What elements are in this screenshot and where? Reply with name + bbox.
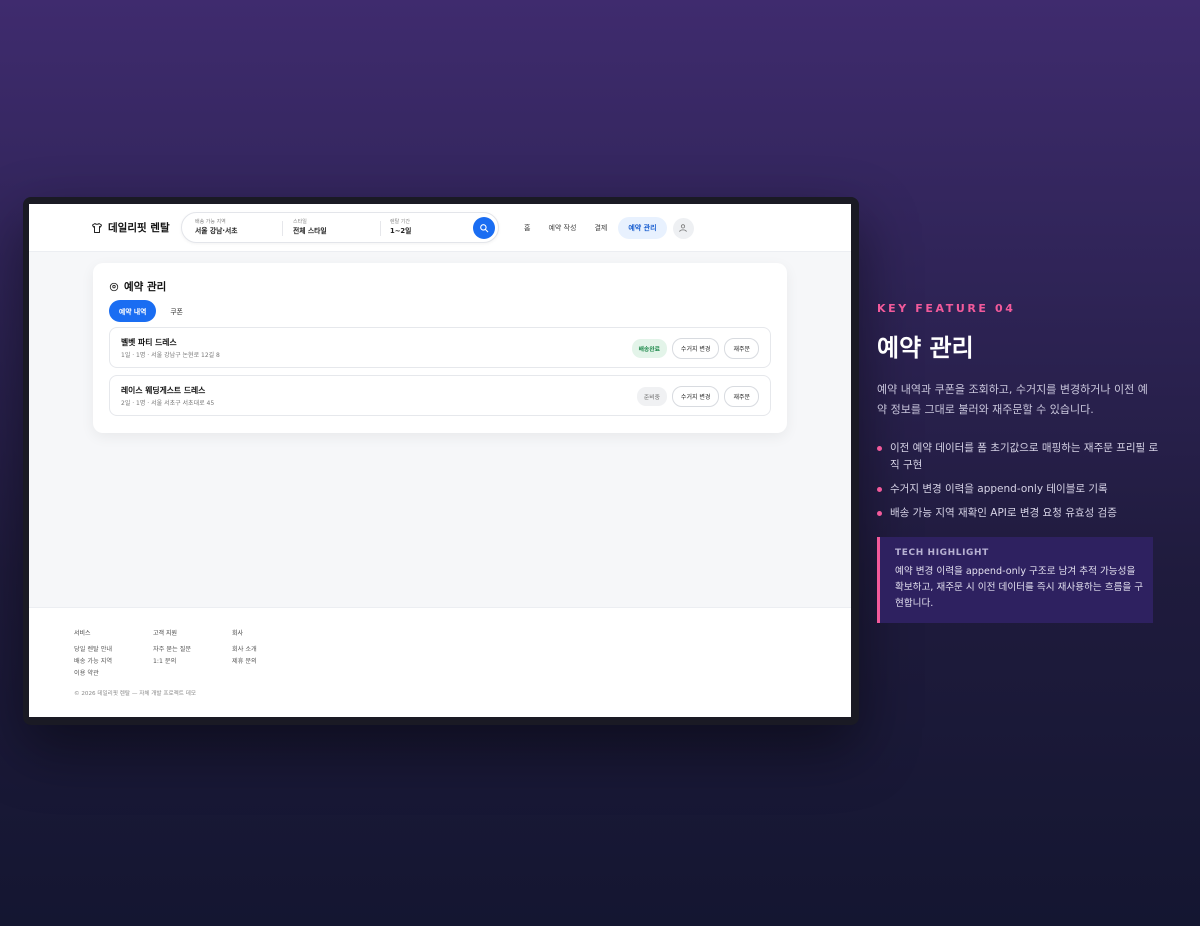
status-badge: 배송완료 bbox=[631, 339, 667, 358]
feature-bullet: 이전 예약 데이터를 폼 초기값으로 매핑하는 재주문 프리필 로직 구현 bbox=[877, 440, 1162, 474]
tech-highlight-body: 예약 변경 이력을 append-only 구조로 남겨 추적 가능성을 확보하… bbox=[895, 566, 1144, 609]
tab-coupons[interactable]: 쿠폰 bbox=[160, 300, 193, 322]
footer-heading: 서비스 bbox=[74, 630, 91, 637]
card-title-text: 예약 관리 bbox=[124, 281, 167, 293]
reorder-button[interactable]: 재주문 bbox=[724, 386, 759, 407]
order-name: 벨벳 파티 드레스 bbox=[121, 338, 177, 347]
order-row[interactable]: 레이스 웨딩게스트 드레스 2일 · 1명 · 서울 서초구 서초대로 45 준… bbox=[109, 375, 771, 416]
nav-home[interactable]: 홈 bbox=[517, 217, 537, 239]
footer-heading: 회사 bbox=[232, 630, 244, 637]
copyright: © 2026 데일리핏 렌탈 — 자체 개발 프로젝트 데모 bbox=[74, 691, 196, 697]
laptop-mockup: 데일리핏 렌탈 배송 가능 지역 서울 강남·서초 스타일 전체 스타일 렌탈 … bbox=[23, 197, 859, 725]
tab-reservations[interactable]: 예약 내역 bbox=[109, 300, 157, 322]
footer-heading: 고객 지원 bbox=[153, 630, 177, 637]
change-pickup-button[interactable]: 수거지 변경 bbox=[671, 338, 720, 359]
footer-link[interactable]: 1:1 문의 bbox=[153, 656, 191, 668]
order-actions: 배송완료 수거지 변경 재주문 bbox=[631, 338, 759, 359]
card-tabs: 예약 내역 쿠폰 bbox=[109, 300, 193, 322]
tech-highlight-heading: TECH HIGHLIGHT bbox=[895, 548, 989, 558]
app-header: 데일리핏 렌탈 배송 가능 지역 서울 강남·서초 스타일 전체 스타일 렌탈 … bbox=[29, 204, 851, 252]
feature-bullet-text: 수거지 변경 이력을 append-only 테이블로 기록 bbox=[890, 483, 1108, 495]
order-actions: 준비중 수거지 변경 재주문 bbox=[636, 386, 759, 407]
feature-bullets: 이전 예약 데이터를 폼 초기값으로 매핑하는 재주문 프리필 로직 구현 수거… bbox=[877, 440, 1167, 522]
search-bar[interactable]: 배송 가능 지역 서울 강남·서초 스타일 전체 스타일 렌탈 기간 1~2일 bbox=[181, 212, 499, 243]
footer-link[interactable]: 이용 약관 bbox=[74, 668, 112, 680]
search-icon bbox=[480, 224, 489, 233]
bullet-dot-icon bbox=[877, 446, 882, 451]
app-screen: 데일리핏 렌탈 배송 가능 지역 서울 강남·서초 스타일 전체 스타일 렌탈 … bbox=[29, 204, 851, 717]
order-row[interactable]: 벨벳 파티 드레스 1일 · 1명 · 서울 강남구 논현로 12길 8 배송완… bbox=[109, 327, 771, 368]
style-field[interactable]: 스타일 전체 스타일 bbox=[293, 219, 327, 236]
status-badge: 준비중 bbox=[636, 387, 667, 406]
tech-highlight: TECH HIGHLIGHT 예약 변경 이력을 append-only 구조로… bbox=[877, 537, 1153, 623]
feature-description: 예약 내역과 쿠폰을 조회하고, 수거지를 변경하거나 이전 예약 정보를 그대… bbox=[877, 383, 1148, 416]
footer-link[interactable]: 회사 소개 bbox=[232, 644, 257, 656]
nav-reservation-manage[interactable]: 예약 관리 bbox=[618, 217, 667, 239]
order-meta: 2일 · 1명 · 서울 서초구 서초대로 45 bbox=[121, 400, 215, 407]
footer-column-support: 고객 지원 자주 묻는 질문 1:1 문의 bbox=[153, 628, 191, 668]
footer-link[interactable]: 자주 묻는 질문 bbox=[153, 644, 191, 656]
order-name: 레이스 웨딩게스트 드레스 bbox=[121, 386, 206, 395]
reorder-button[interactable]: 재주문 bbox=[724, 338, 759, 359]
user-icon bbox=[679, 224, 687, 232]
footer-link[interactable]: 배송 가능 지역 bbox=[74, 656, 112, 668]
region-label: 배송 가능 지역 bbox=[195, 219, 226, 225]
change-pickup-button[interactable]: 수거지 변경 bbox=[671, 386, 720, 407]
avatar[interactable] bbox=[672, 217, 694, 239]
region-field[interactable]: 배송 가능 지역 서울 강남·서초 bbox=[195, 219, 237, 236]
footer-column-company: 회사 회사 소개 제휴 문의 bbox=[232, 628, 257, 668]
search-button[interactable] bbox=[473, 217, 495, 239]
shirt-icon bbox=[92, 222, 102, 233]
period-value: 1~2일 bbox=[390, 227, 412, 235]
style-value: 전체 스타일 bbox=[293, 227, 327, 235]
order-meta: 1일 · 1명 · 서울 강남구 논현로 12길 8 bbox=[121, 352, 220, 359]
main-nav: 홈 예약 작성 결제 예약 관리 bbox=[517, 217, 694, 239]
reservation-card: 예약 관리 예약 내역 쿠폰 벨벳 파티 드레스 1일 · 1명 · 서울 강남… bbox=[93, 263, 787, 433]
period-label: 렌탈 기간 bbox=[390, 219, 410, 225]
bullet-dot-icon bbox=[877, 511, 882, 516]
feature-bullet: 배송 가능 지역 재확인 API로 변경 요청 유효성 검증 bbox=[877, 505, 1162, 522]
feature-eyebrow: KEY FEATURE 04 bbox=[877, 302, 1016, 315]
region-value: 서울 강남·서초 bbox=[195, 227, 238, 235]
logo[interactable]: 데일리핏 렌탈 bbox=[91, 220, 170, 235]
footer-link[interactable]: 제휴 문의 bbox=[232, 656, 257, 668]
period-field[interactable]: 렌탈 기간 1~2일 bbox=[390, 219, 411, 236]
app-footer: 서비스 당일 렌탈 안내 배송 가능 지역 이용 약관 고객 지원 자주 묻는 … bbox=[29, 607, 851, 717]
feature-panel: KEY FEATURE 04 예약 관리 예약 내역과 쿠폰을 조회하고, 수거… bbox=[877, 302, 1167, 529]
footer-link[interactable]: 당일 렌탈 안내 bbox=[74, 644, 112, 656]
search-divider bbox=[282, 221, 283, 236]
nav-reservation-create[interactable]: 예약 작성 bbox=[541, 217, 583, 239]
feature-bullet-text: 배송 가능 지역 재확인 API로 변경 요청 유효성 검증 bbox=[890, 507, 1117, 519]
card-title: 예약 관리 bbox=[109, 279, 166, 294]
feature-bullet-text: 이전 예약 데이터를 폼 초기값으로 매핑하는 재주문 프리필 로직 구현 bbox=[890, 442, 1159, 471]
style-label: 스타일 bbox=[293, 219, 307, 225]
logo-text: 데일리핏 렌탈 bbox=[108, 222, 170, 234]
nav-payment[interactable]: 결제 bbox=[587, 217, 614, 239]
feature-title: 예약 관리 bbox=[877, 334, 974, 362]
footer-column-service: 서비스 당일 렌탈 안내 배송 가능 지역 이용 약관 bbox=[74, 628, 112, 680]
clock-icon bbox=[109, 282, 119, 291]
search-divider bbox=[380, 221, 381, 236]
bullet-dot-icon bbox=[877, 487, 882, 492]
feature-bullet: 수거지 변경 이력을 append-only 테이블로 기록 bbox=[877, 481, 1162, 498]
